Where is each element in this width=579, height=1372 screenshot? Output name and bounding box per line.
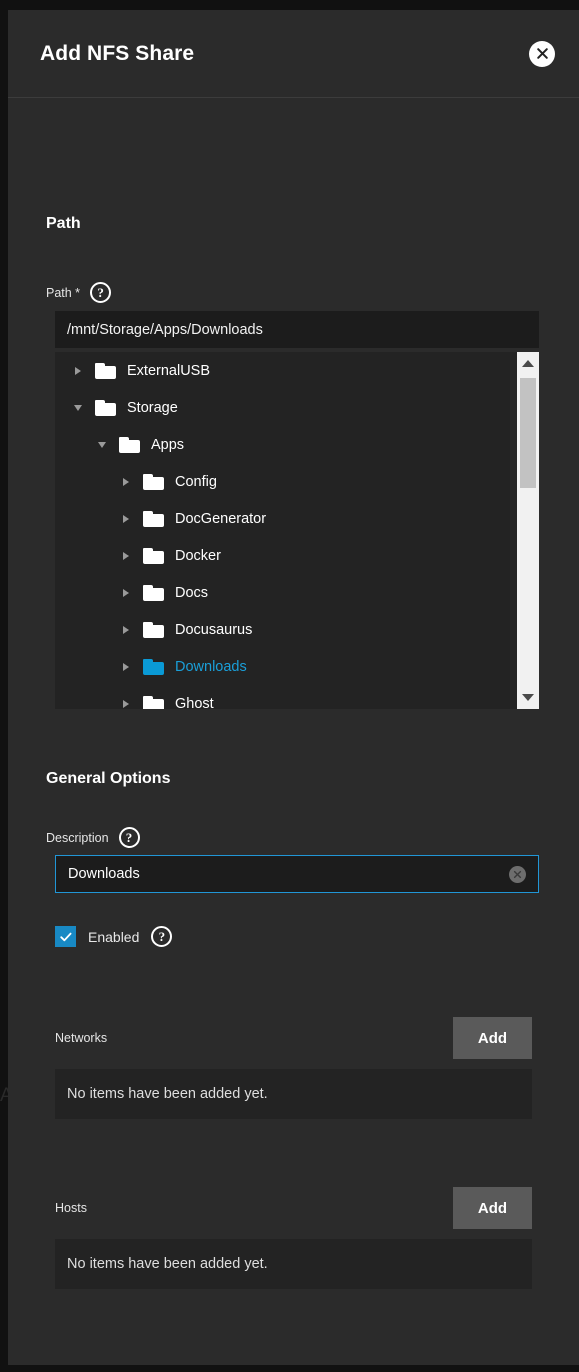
- section-heading-general-options: General Options: [46, 770, 171, 787]
- tree-row-label: DocGenerator: [175, 510, 267, 527]
- collapse-arrow-icon[interactable]: [69, 405, 87, 411]
- collapse-arrow-icon[interactable]: [93, 442, 111, 448]
- tree-row[interactable]: Apps: [55, 426, 517, 463]
- clear-icon[interactable]: [509, 865, 526, 883]
- tree-row[interactable]: Docusaurus: [55, 611, 517, 648]
- tree-row-label: ExternalUSB: [127, 362, 211, 379]
- hosts-header: Hosts Add: [55, 1187, 532, 1229]
- hosts-block: Hosts Add No items have been added yet.: [8, 1187, 579, 1289]
- tree-row[interactable]: Docker: [55, 537, 517, 574]
- folder-icon: [143, 547, 164, 564]
- path-input[interactable]: [55, 311, 539, 348]
- expand-arrow-icon[interactable]: [117, 663, 135, 671]
- tree-row[interactable]: Config: [55, 463, 517, 500]
- clear-glyph: [513, 870, 522, 878]
- scrollbar-thumb[interactable]: [520, 378, 536, 488]
- close-glyph: [536, 48, 548, 59]
- page-title: Add NFS Share: [40, 41, 195, 65]
- section-heading-path: Path: [46, 215, 81, 232]
- hosts-label: Hosts: [55, 1201, 87, 1215]
- networks-block: Networks Add No items have been added ye…: [8, 1017, 579, 1119]
- folder-icon: [119, 436, 140, 453]
- networks-empty-message: No items have been added yet.: [55, 1069, 532, 1119]
- tree-row-label: Docs: [175, 584, 209, 601]
- dialog-body: Path Path * ? ExternalUSB Storage Apps Conf…: [8, 98, 579, 1365]
- tree-row-label: Docker: [175, 547, 221, 564]
- help-icon[interactable]: ?: [90, 282, 112, 303]
- screen-root: A Add NFS Share Path Path * ? ExternalUS…: [0, 0, 579, 1372]
- tree-scrollbar[interactable]: [517, 352, 539, 709]
- tree-row[interactable]: Downloads: [55, 648, 517, 685]
- enabled-label: Enabled: [88, 928, 140, 945]
- folder-icon: [143, 584, 164, 601]
- tree-row[interactable]: Docs: [55, 574, 517, 611]
- folder-icon: [143, 695, 164, 709]
- folder-icon: [95, 399, 116, 416]
- tree-row-label: Storage: [127, 399, 178, 416]
- networks-header: Networks Add: [55, 1017, 532, 1059]
- tree-row[interactable]: Storage: [55, 389, 517, 426]
- add-host-button[interactable]: Add: [453, 1187, 532, 1229]
- folder-icon: [95, 362, 116, 379]
- folder-icon: [143, 658, 164, 675]
- check-icon: [59, 932, 71, 941]
- tree-row-label: Apps: [151, 436, 185, 453]
- enabled-row: Enabled ?: [55, 926, 173, 947]
- tree-row-label: Docusaurus: [175, 621, 253, 638]
- add-nfs-share-dialog: Add NFS Share Path Path * ? ExternalUSB S…: [8, 10, 579, 1365]
- enabled-checkbox[interactable]: [55, 926, 76, 947]
- description-input[interactable]: [56, 866, 509, 882]
- description-label-row: Description ?: [46, 827, 140, 848]
- folder-icon: [143, 473, 164, 490]
- path-tree: ExternalUSB Storage Apps Config DocGenerator…: [55, 352, 539, 709]
- expand-arrow-icon[interactable]: [69, 367, 87, 375]
- path-tree-list: ExternalUSB Storage Apps Config DocGenerator…: [55, 352, 517, 709]
- tree-row-label: Config: [175, 473, 217, 490]
- tree-row-label: Ghost: [175, 695, 214, 710]
- tree-row[interactable]: DocGenerator: [55, 500, 517, 537]
- dialog-header: Add NFS Share: [8, 10, 579, 98]
- tree-row[interactable]: Ghost: [55, 685, 517, 709]
- description-field-wrapper: [55, 855, 539, 893]
- description-field-label: Description: [46, 830, 109, 845]
- tree-row[interactable]: ExternalUSB: [55, 352, 517, 389]
- path-label-row: Path * ?: [46, 282, 112, 303]
- expand-arrow-icon[interactable]: [117, 515, 135, 523]
- help-icon[interactable]: ?: [118, 827, 140, 848]
- networks-label: Networks: [55, 1031, 108, 1045]
- expand-arrow-icon[interactable]: [117, 700, 135, 708]
- folder-icon: [143, 621, 164, 638]
- tree-row-label: Downloads: [175, 658, 247, 675]
- folder-icon: [143, 510, 164, 527]
- add-network-button[interactable]: Add: [453, 1017, 532, 1059]
- expand-arrow-icon[interactable]: [117, 589, 135, 597]
- expand-arrow-icon[interactable]: [117, 552, 135, 560]
- chevron-up-icon[interactable]: [522, 360, 534, 367]
- hosts-empty-message: No items have been added yet.: [55, 1239, 532, 1289]
- chevron-down-icon[interactable]: [522, 694, 534, 701]
- expand-arrow-icon[interactable]: [117, 626, 135, 634]
- help-icon[interactable]: ?: [151, 926, 173, 947]
- close-icon[interactable]: [529, 40, 555, 67]
- expand-arrow-icon[interactable]: [117, 478, 135, 486]
- path-field-label: Path *: [46, 285, 81, 300]
